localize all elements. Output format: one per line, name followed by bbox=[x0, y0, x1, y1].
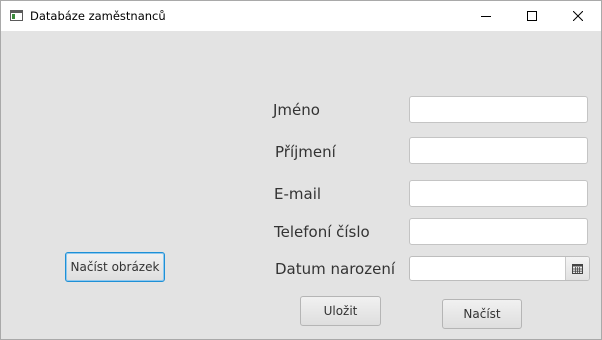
first-name-field[interactable] bbox=[409, 96, 588, 123]
calendar-icon bbox=[572, 263, 583, 274]
birthdate-label: Datum narození bbox=[275, 260, 395, 278]
last-name-label: Příjmení bbox=[275, 143, 336, 161]
close-icon bbox=[573, 11, 583, 21]
last-name-field[interactable] bbox=[409, 137, 588, 164]
birthdate-picker bbox=[409, 256, 590, 281]
window-title: Databáze zaměstnanců bbox=[30, 9, 166, 23]
first-name-label: Jméno bbox=[273, 101, 320, 119]
email-field[interactable] bbox=[409, 180, 588, 207]
form-area: Jméno Příjmení E-mail Telefoní číslo Dat… bbox=[1, 31, 601, 339]
birthdate-field[interactable] bbox=[410, 257, 565, 280]
save-button[interactable]: Uložit bbox=[300, 296, 381, 326]
phone-field[interactable] bbox=[409, 218, 588, 245]
close-button[interactable] bbox=[555, 1, 601, 31]
load-image-button[interactable]: Načíst obrázek bbox=[65, 252, 165, 282]
minimize-button[interactable] bbox=[463, 1, 509, 31]
app-window: Databáze zaměstnanců Jméno Příjmení E-ma… bbox=[0, 0, 602, 340]
email-label: E-mail bbox=[274, 185, 322, 203]
maximize-button[interactable] bbox=[509, 1, 555, 31]
maximize-icon bbox=[527, 11, 537, 21]
phone-label: Telefoní číslo bbox=[274, 223, 370, 241]
calendar-button[interactable] bbox=[565, 257, 589, 280]
minimize-icon bbox=[481, 16, 491, 17]
load-button[interactable]: Načíst bbox=[442, 299, 522, 329]
title-bar[interactable]: Databáze zaměstnanců bbox=[1, 1, 601, 31]
app-window-icon bbox=[10, 10, 23, 21]
